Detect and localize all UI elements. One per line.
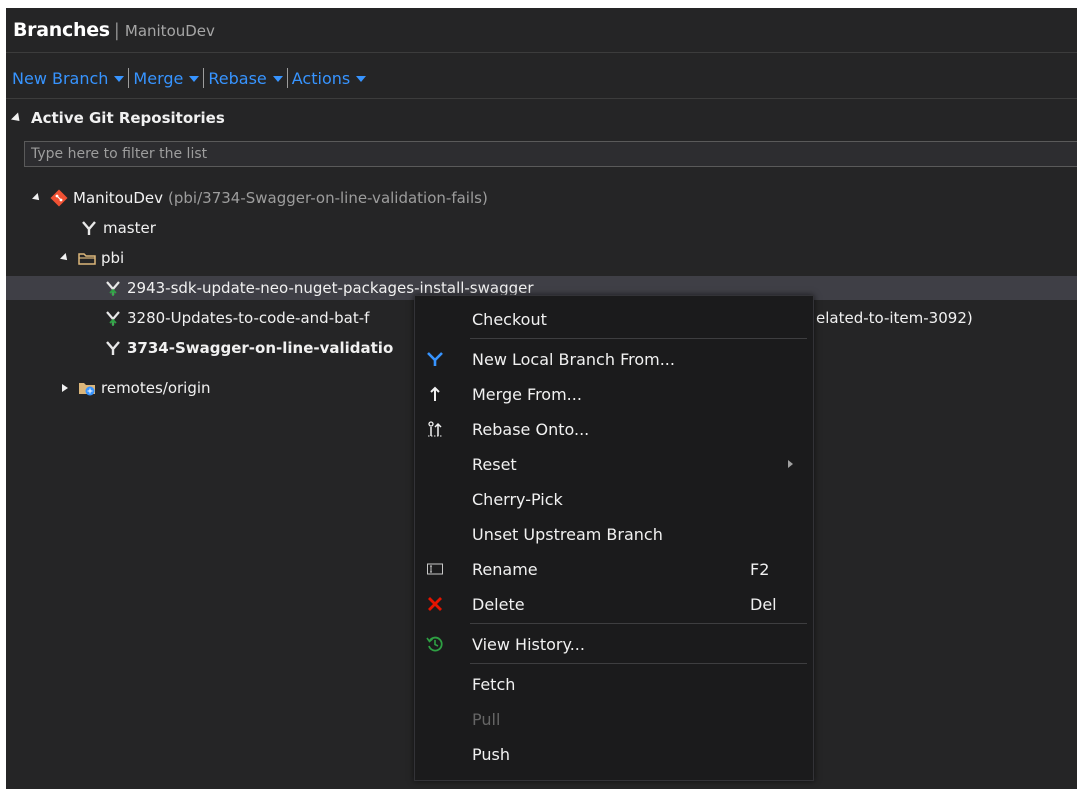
menu-item-view-history[interactable]: View History... [415,629,813,659]
filter-input[interactable] [25,142,1077,166]
menu-item-shortcut: F2 [750,559,770,579]
menu-item-merge-from[interactable]: Merge From... [415,379,813,409]
menu-item-label: New Local Branch From... [472,349,675,369]
menu-item-checkout[interactable]: Checkout [415,304,813,334]
chevron-down-icon [272,76,283,82]
menu-item-label: View History... [472,634,585,654]
menu-item-push[interactable]: Push [415,739,813,769]
page-title: Branches [13,19,110,41]
menu-separator [470,663,807,664]
collapse-triangle-icon[interactable] [10,111,24,125]
merge-icon [425,384,445,404]
rebase-icon [425,419,445,439]
toolbar-separator [128,68,130,88]
git-diamond-icon [50,189,68,207]
menu-item-label: Cherry-Pick [472,489,563,509]
actions-dropdown[interactable]: Actions [291,68,367,88]
toolbar-separator [286,68,288,88]
submenu-arrow-icon [788,460,793,468]
rename-icon [425,559,445,579]
menu-item-label: Rebase Onto... [472,419,590,439]
branch-icon [82,221,96,235]
history-icon [425,634,445,654]
branch-label-tail: elated-to-item-3092) [816,309,973,327]
rebase-dropdown[interactable]: Rebase [208,68,283,88]
rebase-label: Rebase [208,68,267,88]
expand-triangle-icon[interactable] [60,253,70,263]
branches-panel: Branches | ManitouDev New Branch Merge R… [6,8,1077,789]
title-separator: | [113,20,120,41]
merge-label: Merge [133,68,184,88]
merge-dropdown[interactable]: Merge [133,68,200,88]
repo-name: ManitouDev [73,189,164,207]
new-branch-dropdown[interactable]: New Branch [12,68,125,88]
chevron-down-icon [189,76,200,82]
new-branch-label: New Branch [12,68,109,88]
menu-item-label: Reset [472,454,517,474]
menu-separator [470,338,807,339]
branch-label: 3280-Updates-to-code-and-bat-f [127,309,370,327]
menu-item-label: Push [472,744,510,764]
menu-item-pull: Pull [415,704,813,734]
menu-item-rename[interactable]: Rename F2 [415,554,813,584]
menu-item-label: Checkout [472,309,547,329]
actions-label: Actions [291,68,351,88]
folder-row-pbi[interactable]: pbi [6,246,1077,270]
repo-current-branch: (pbi/3734-Swagger-on-line-validation-fai… [168,189,488,207]
published-branch-icon [106,281,120,296]
menu-item-shortcut: Del [750,594,777,614]
branch-label: 3734-Swagger-on-line-validatio [127,339,394,357]
published-branch-icon [106,311,120,326]
branch-context-menu: Checkout New Local Branch From... Merge … [414,295,814,781]
repo-subtitle: ManitouDev [124,22,215,40]
expand-triangle-icon[interactable] [60,383,70,393]
active-repos-section[interactable]: Active Git Repositories [10,109,225,127]
expand-triangle-icon[interactable] [32,193,42,203]
remotes-label: remotes/origin [101,379,211,397]
menu-item-label: Pull [472,709,501,729]
branch-label: master [103,219,156,237]
menu-item-new-local-branch[interactable]: New Local Branch From... [415,344,813,374]
chevron-down-icon [114,76,125,82]
menu-item-label: Unset Upstream Branch [472,524,663,544]
remote-folder-icon [79,383,95,396]
branch-row-master[interactable]: master [6,216,1077,240]
section-label: Active Git Repositories [31,109,225,127]
panel-header: Branches | ManitouDev [13,19,215,45]
delete-icon [425,594,445,614]
filter-box [24,141,1077,167]
menu-item-unset-upstream[interactable]: Unset Upstream Branch [415,519,813,549]
menu-item-cherry-pick[interactable]: Cherry-Pick [415,484,813,514]
menu-item-label: Delete [472,594,525,614]
folder-icon [78,253,96,265]
menu-item-fetch[interactable]: Fetch [415,669,813,699]
menu-item-reset[interactable]: Reset [415,449,813,479]
menu-item-rebase-onto[interactable]: Rebase Onto... [415,414,813,444]
toolbar-divider [6,98,1077,99]
toolbar: New Branch Merge Rebase Actions [12,66,367,90]
repo-row[interactable]: ManitouDev (pbi/3734-Swagger-on-line-val… [6,186,1077,210]
menu-item-label: Merge From... [472,384,582,404]
menu-item-label: Rename [472,559,538,579]
menu-separator [470,623,807,624]
menu-item-label: Fetch [472,674,516,694]
toolbar-separator [203,68,205,88]
branch-icon [106,341,120,355]
menu-item-delete[interactable]: Delete Del [415,589,813,619]
new-branch-icon [425,349,445,369]
header-divider [6,52,1077,53]
folder-label: pbi [101,249,125,267]
chevron-down-icon [356,76,367,82]
